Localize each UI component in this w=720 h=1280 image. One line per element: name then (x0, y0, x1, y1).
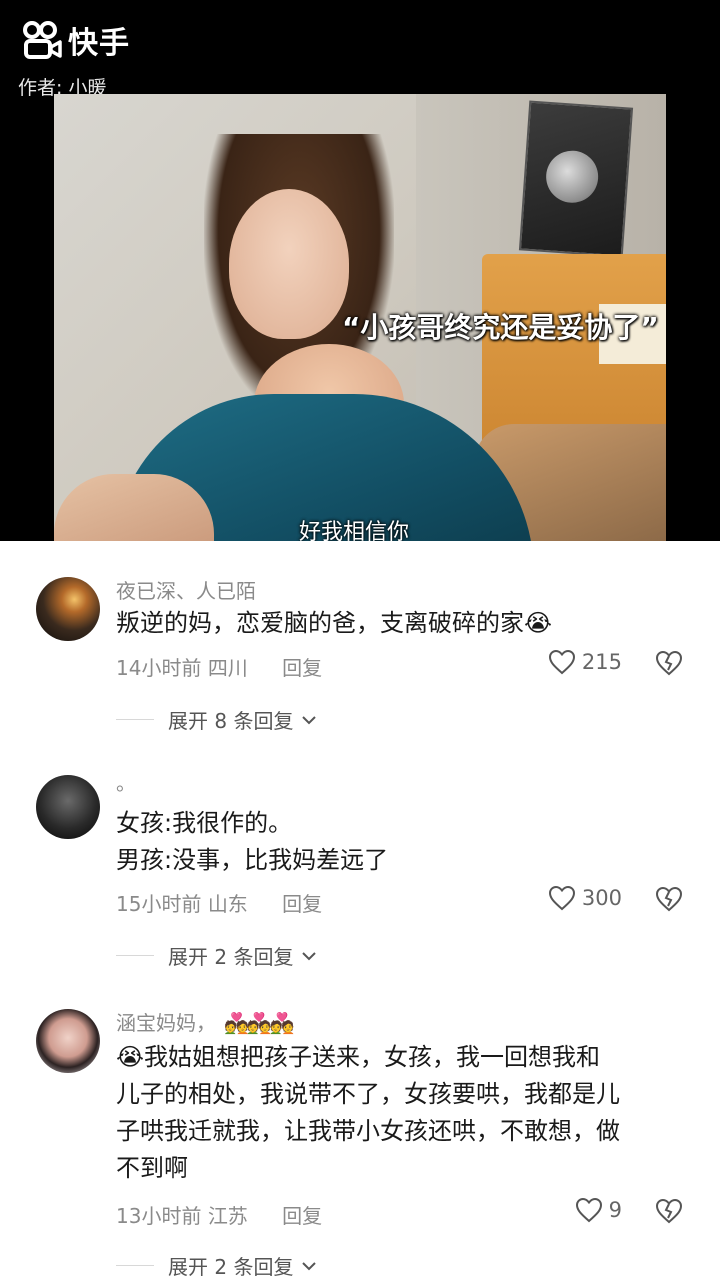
video-subtitle: 好我相信你 (299, 520, 410, 541)
like-count: 300 (581, 886, 622, 910)
comment-list: 夜已深、人已陌 叛逆的妈，恋爱脑的爸，支离破碎的家😭 14小时前 四川 回复 2… (0, 541, 720, 1280)
chevron-down-icon (302, 715, 317, 724)
heart-outline-icon (548, 649, 575, 675)
divider-line (116, 1265, 154, 1266)
comment-line: 男孩:没事，比我妈差远了 (116, 846, 389, 874)
comment-meta: 13小时前 江苏 回复 (116, 1200, 322, 1229)
comment-username[interactable]: 。 (116, 767, 136, 796)
broken-heart-icon[interactable] (654, 1197, 684, 1225)
comment-location: 江苏 (207, 1204, 248, 1228)
username-emoji: 💑💑💑 (224, 1011, 295, 1035)
comment-meta: 15小时前 山东 回复 (116, 888, 322, 917)
heart-outline-icon (548, 885, 575, 911)
comment-line: 子哄我迁就我，让我带小女孩还哄，不敢想，做 (116, 1117, 620, 1145)
expand-label: 展开 2 条回复 (168, 945, 294, 969)
chevron-down-icon (302, 951, 317, 960)
username-text: 涵宝妈妈， (116, 1011, 216, 1035)
brand-name: 快手 (68, 26, 130, 61)
reply-button[interactable]: 回复 (282, 1204, 322, 1228)
comment-time: 14小时前 (116, 656, 202, 680)
comment-text: 叛逆的妈，恋爱脑的爸，支离破碎的家😭 (116, 605, 686, 642)
video-header-area: 快手 作者: 小暖 “小孩哥终究还是妥协了” 好我相信你 (0, 0, 720, 541)
comment-line: 女孩:我很作的。 (116, 809, 293, 837)
comment-text: 女孩:我很作的。 男孩:没事，比我妈差远了 (116, 805, 686, 879)
reply-button[interactable]: 回复 (282, 656, 322, 680)
comment-time: 15小时前 (116, 892, 202, 916)
expand-replies-button[interactable]: 展开 2 条回复 (116, 941, 317, 970)
like-count: 215 (581, 650, 622, 674)
avatar[interactable] (36, 775, 100, 839)
comment-meta: 14小时前 四川 回复 (116, 652, 322, 681)
like-button[interactable]: 9 (575, 1197, 622, 1223)
app-logo: 快手 (20, 18, 130, 62)
heart-outline-icon (575, 1197, 602, 1223)
reply-button[interactable]: 回复 (282, 892, 322, 916)
comment-text: 😭我姑姐想把孩子送来，女孩，我一回想我和 儿子的相处，我说带不了，女孩要哄，我都… (116, 1039, 686, 1187)
expand-replies-button[interactable]: 展开 8 条回复 (116, 705, 317, 734)
moon-book (518, 100, 634, 258)
divider-line (116, 955, 154, 956)
person-face (229, 189, 349, 339)
expand-label: 展开 8 条回复 (168, 709, 294, 733)
kuaishou-logo-icon (23, 21, 62, 59)
like-button[interactable]: 300 (548, 885, 622, 911)
comment-line: 😭我姑姐想把孩子送来，女孩，我一回想我和 (116, 1043, 601, 1071)
avatar[interactable] (36, 1009, 100, 1073)
moon-illustration (544, 148, 600, 205)
expand-label: 展开 2 条回复 (168, 1255, 294, 1279)
expand-replies-button[interactable]: 展开 2 条回复 (116, 1251, 317, 1280)
like-button[interactable]: 215 (548, 649, 622, 675)
comment-location: 山东 (207, 892, 248, 916)
video-caption: “小孩哥终究还是妥协了” (342, 311, 659, 344)
like-count: 9 (608, 1198, 622, 1222)
divider-line (116, 719, 154, 720)
video-frame[interactable]: “小孩哥终究还是妥协了” 好我相信你 (54, 94, 666, 541)
comment-line: 叛逆的妈，恋爱脑的爸，支离破碎的家😭 (116, 609, 553, 637)
avatar[interactable] (36, 577, 100, 641)
comment-username[interactable]: 夜已深、人已陌 (116, 575, 256, 604)
comment-time: 13小时前 (116, 1204, 202, 1228)
comment-line: 儿子的相处，我说带不了，女孩要哄，我都是儿 (116, 1080, 620, 1108)
comment-line: 不到啊 (116, 1154, 188, 1182)
chevron-down-icon (302, 1261, 317, 1270)
broken-heart-icon[interactable] (654, 885, 684, 913)
comment-username[interactable]: 涵宝妈妈， 💑💑💑 (116, 1007, 295, 1036)
comment-location: 四川 (207, 656, 248, 680)
broken-heart-icon[interactable] (654, 649, 684, 677)
